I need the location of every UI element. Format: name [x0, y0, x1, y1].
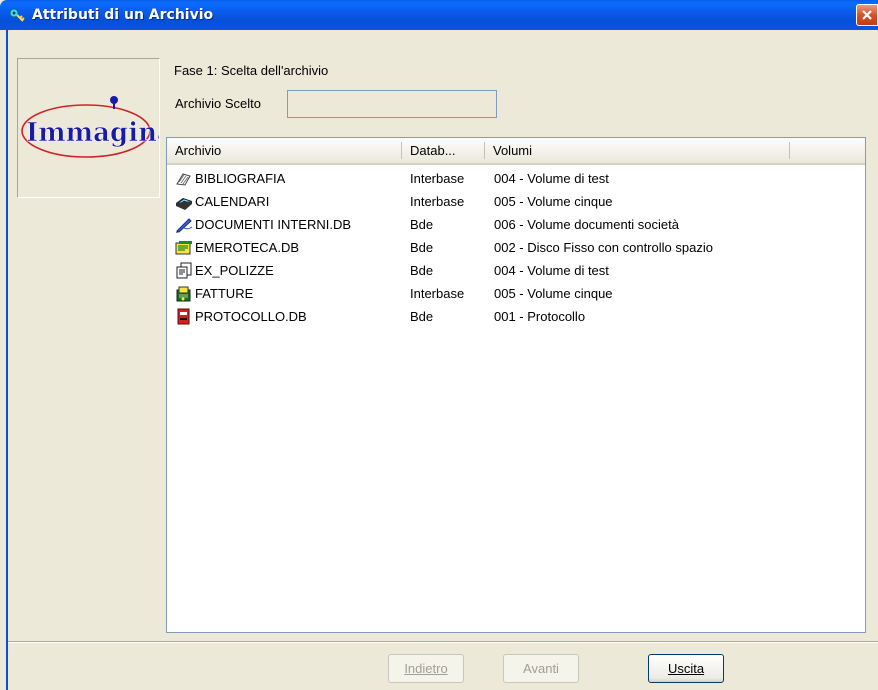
back-button-label: Indietro — [404, 661, 448, 676]
archive-name: CALENDARI — [195, 194, 270, 209]
close-icon — [862, 10, 872, 20]
documents-icon — [176, 262, 192, 279]
list-item[interactable]: FATTURE Interbase 005 - Volume cinque — [167, 282, 865, 305]
archive-database: Interbase — [410, 286, 465, 301]
back-button[interactable]: Indietro — [388, 654, 464, 683]
footer-separator — [8, 641, 878, 643]
column-volumi[interactable]: Volumi — [485, 138, 789, 163]
list-item[interactable]: BIBLIOGRAFIA Interbase 004 - Volume di t… — [167, 167, 865, 190]
archive-volume: 004 - Volume di test — [494, 171, 609, 186]
archive-name: EX_POLIZZE — [195, 263, 274, 278]
archive-volume: 006 - Volume documenti società — [494, 217, 679, 232]
archive-database: Interbase — [410, 171, 465, 186]
archive-volume: 001 - Protocollo — [494, 309, 586, 324]
archive-volume: 002 - Disco Fisso con controllo spazio — [494, 240, 713, 255]
archive-list[interactable]: Archivio Datab... Volumi BIBLIOGRAFIA In… — [166, 137, 866, 633]
exit-button[interactable]: Uscita — [648, 654, 724, 683]
exit-button-label: Uscita — [667, 661, 705, 676]
archive-volume: 005 - Volume cinque — [494, 286, 613, 301]
list-item[interactable]: EX_POLIZZE Bde 004 - Volume di test — [167, 259, 865, 282]
archive-name: BIBLIOGRAFIA — [195, 171, 286, 186]
key-icon — [8, 6, 26, 24]
newspaper-icon — [175, 241, 192, 255]
immagina-logo: Immagina — [21, 96, 174, 158]
books-icon — [176, 173, 191, 186]
binder-icon — [176, 198, 192, 210]
list-header: Archivio Datab... Volumi — [167, 138, 865, 165]
register-icon — [177, 308, 190, 325]
archive-database: Bde — [410, 240, 434, 255]
dialog-window: Attributi di un Archivio Immagina Fase 1… — [0, 0, 878, 690]
list-item[interactable]: DOCUMENTI INTERNI.DB Bde 006 - Volume do… — [167, 213, 865, 236]
archive-database: Interbase — [410, 194, 465, 209]
next-button-label: Avanti — [523, 661, 559, 676]
column-database[interactable]: Datab... — [402, 138, 484, 163]
next-button[interactable]: Avanti — [503, 654, 579, 683]
title-bar[interactable]: Attributi di un Archivio — [0, 0, 878, 30]
archive-name: PROTOCOLLO.DB — [195, 309, 307, 324]
archive-volume: 004 - Volume di test — [494, 263, 609, 278]
close-button[interactable] — [856, 4, 878, 26]
archive-database: Bde — [410, 263, 434, 278]
archive-volume: 005 - Volume cinque — [494, 194, 613, 209]
column-archivio[interactable]: Archivio — [167, 138, 401, 163]
invoice-icon — [176, 286, 191, 302]
list-item[interactable]: CALENDARI Interbase 005 - Volume cinque — [167, 190, 865, 213]
window-frame-left — [6, 30, 8, 690]
archive-name: FATTURE — [195, 286, 254, 301]
step-label: Fase 1: Scelta dell'archivio — [174, 63, 329, 78]
archive-name: EMEROTECA.DB — [195, 240, 300, 255]
logo-text: Immagina — [26, 118, 159, 148]
list-item[interactable]: EMEROTECA.DB Bde 002 - Disco Fisso con c… — [167, 236, 865, 259]
selected-archive-field[interactable] — [287, 90, 497, 118]
pen-icon — [176, 218, 193, 233]
selected-archive-label: Archivio Scelto — [175, 96, 261, 111]
archive-database: Bde — [410, 309, 434, 324]
window-title: Attributi di un Archivio — [32, 7, 214, 23]
list-item[interactable]: PROTOCOLLO.DB Bde 001 - Protocollo — [167, 305, 865, 328]
logo-panel: Immagina — [17, 58, 174, 198]
archive-database: Bde — [410, 217, 434, 232]
archive-name: DOCUMENTI INTERNI.DB — [195, 217, 351, 232]
